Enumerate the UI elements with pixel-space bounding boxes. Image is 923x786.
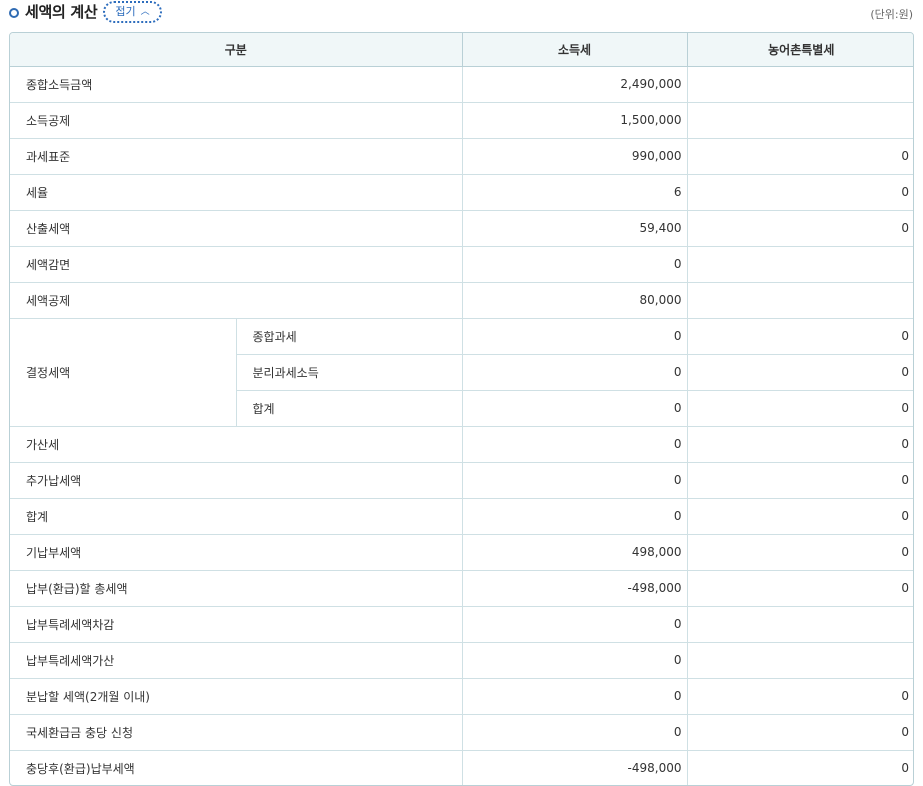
income-tax-value: 0 [462, 246, 688, 283]
table-row: 종합소득금액 2,490,000 [10, 66, 913, 103]
rural-tax-value: 0 [687, 714, 913, 751]
row-label: 소득공제 [10, 102, 463, 139]
rural-tax-value: 0 [687, 534, 913, 571]
rural-tax-value [687, 606, 913, 643]
income-tax-value: 0 [462, 714, 688, 751]
circle-bullet-icon [9, 8, 19, 18]
table-row: 산출세액 59,400 0 [10, 210, 913, 247]
rural-tax-value: 0 [687, 390, 913, 427]
tax-calculation-table: 구분 소득세 농어촌특별세 종합소득금액 2,490,000 소득공제 1,50… [9, 32, 914, 786]
table-row: 세율 6 0 [10, 174, 913, 211]
row-label: 기납부세액 [10, 534, 463, 571]
group-label: 결정세액 [10, 318, 237, 427]
row-label: 충당후(환급)납부세액 [10, 750, 463, 785]
row-label: 가산세 [10, 426, 463, 463]
row-label: 납부특례세액차감 [10, 606, 463, 643]
row-label: 산출세액 [10, 210, 463, 247]
income-tax-value: 0 [462, 606, 688, 643]
header-income-tax: 소득세 [462, 33, 688, 67]
section-title: 세액의 계산 [25, 3, 98, 21]
row-label: 납부특례세액가산 [10, 642, 463, 679]
rural-tax-value: 0 [687, 210, 913, 247]
table-row: 합계 0 0 [10, 498, 913, 535]
rural-tax-value: 0 [687, 498, 913, 535]
rural-tax-value: 0 [687, 678, 913, 715]
chevron-up-icon: ︿ [140, 7, 150, 17]
rural-tax-value: 0 [687, 174, 913, 211]
rural-tax-value [687, 282, 913, 319]
table-row: 세액감면 0 [10, 246, 913, 283]
row-label: 국세환급금 충당 신청 [10, 714, 463, 751]
table-row: 납부(환급)할 총세액 -498,000 0 [10, 570, 913, 607]
header-category: 구분 [10, 33, 463, 67]
table-row: 가산세 0 0 [10, 426, 913, 463]
income-tax-value: 80,000 [462, 282, 688, 319]
income-tax-value: 990,000 [462, 138, 688, 175]
table-row: 국세환급금 충당 신청 0 0 [10, 714, 913, 751]
income-tax-value: 0 [462, 642, 688, 679]
sub-row-label: 종합과세 [236, 318, 463, 355]
row-label: 종합소득금액 [10, 66, 463, 103]
rural-tax-value: 0 [687, 354, 913, 391]
income-tax-value: 59,400 [462, 210, 688, 247]
table-header-row: 구분 소득세 농어촌특별세 [10, 33, 913, 67]
income-tax-value: 0 [462, 390, 688, 427]
income-tax-value: -498,000 [462, 750, 688, 785]
table-row: 납부특례세액가산 0 [10, 642, 913, 679]
sub-row-label: 분리과세소득 [236, 354, 463, 391]
row-label: 분납할 세액(2개월 이내) [10, 678, 463, 715]
row-label: 세율 [10, 174, 463, 211]
rural-tax-value [687, 102, 913, 139]
income-tax-value: 0 [462, 354, 688, 391]
fold-button[interactable]: 접기 ︿ [103, 1, 162, 23]
row-label: 추가납세액 [10, 462, 463, 499]
row-label: 세액감면 [10, 246, 463, 283]
income-tax-value: 0 [462, 318, 688, 355]
row-label: 세액공제 [10, 282, 463, 319]
table-row: 기납부세액 498,000 0 [10, 534, 913, 571]
income-tax-value: 498,000 [462, 534, 688, 571]
income-tax-value: 0 [462, 498, 688, 535]
row-label: 합계 [10, 498, 463, 535]
table-row: 납부특례세액차감 0 [10, 606, 913, 643]
income-tax-value: 2,490,000 [462, 66, 688, 103]
sub-row-label: 합계 [236, 390, 463, 427]
rural-tax-value [687, 246, 913, 283]
section-header: 세액의 계산 접기 ︿ (단위:원) [0, 0, 923, 28]
header-rural-tax: 농어촌특별세 [687, 33, 913, 67]
rural-tax-value: 0 [687, 426, 913, 463]
row-label: 납부(환급)할 총세액 [10, 570, 463, 607]
income-tax-value: 0 [462, 462, 688, 499]
income-tax-value: 0 [462, 426, 688, 463]
rural-tax-value: 0 [901, 761, 909, 776]
income-tax-value: 0 [462, 678, 688, 715]
income-tax-value: -498,000 [462, 570, 688, 607]
fold-button-label: 접기 [115, 5, 136, 18]
table-row: 소득공제 1,500,000 [10, 102, 913, 139]
rural-tax-value [687, 66, 913, 103]
table-row: 분납할 세액(2개월 이내) 0 0 [10, 678, 913, 715]
table-row: 세액공제 80,000 [10, 282, 913, 319]
rural-tax-value: 0 [687, 570, 913, 607]
table-row: 과세표준 990,000 0 [10, 138, 913, 175]
rural-tax-value: 0 [687, 318, 913, 355]
rural-tax-value: 0 [687, 138, 913, 175]
income-tax-value: 6 [462, 174, 688, 211]
rural-tax-value [687, 642, 913, 679]
row-label: 과세표준 [10, 138, 463, 175]
unit-label: (단위:원) [870, 8, 913, 21]
rural-tax-value: 0 [687, 462, 913, 499]
table-row: 추가납세액 0 0 [10, 462, 913, 499]
income-tax-value: 1,500,000 [462, 102, 688, 139]
table-row: 충당후(환급)납부세액 -498,000 0 [10, 750, 913, 785]
table-row: 결정세액 종합과세 0 0 [10, 318, 913, 427]
